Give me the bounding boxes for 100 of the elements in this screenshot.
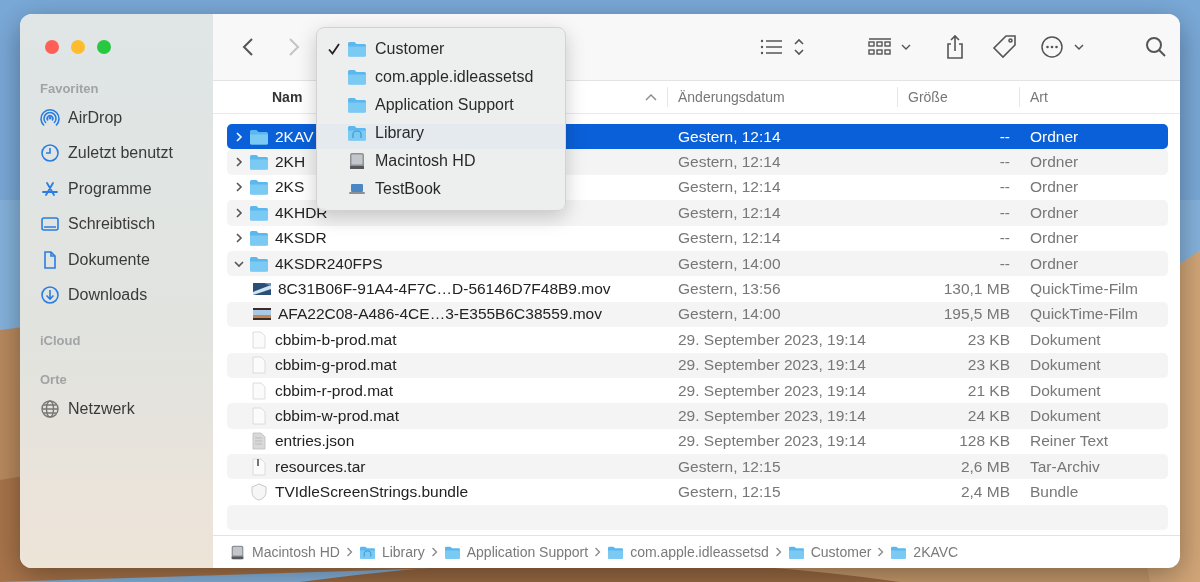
file-size: 23 KB: [967, 356, 1010, 374]
column-header[interactable]: Art: [1030, 89, 1048, 105]
menu-item[interactable]: Application Support: [317, 91, 565, 119]
modified-date: Gestern, 13:56: [678, 280, 781, 298]
section-title: Orte: [40, 372, 68, 387]
file-size: 2,6 MB: [960, 457, 1010, 475]
file-kind: Ordner: [1030, 203, 1079, 221]
file-name: cbbim-r-prod.mat: [275, 381, 393, 400]
airdrop-icon: [40, 107, 60, 128]
folder-icon: [347, 68, 367, 86]
folder-icon: [249, 203, 269, 222]
document-icon: [249, 356, 269, 375]
file-kind: Ordner: [1030, 178, 1079, 196]
archive-icon: [249, 457, 269, 476]
tag-icon[interactable]: [992, 34, 1018, 60]
file-row[interactable]: cbbim-w-prod.mat 29. September 2023, 19:14 24 KB Dokument: [227, 403, 1168, 429]
download-icon: [40, 285, 60, 306]
file-kind: Ordner: [1030, 127, 1079, 145]
folder-icon: [347, 124, 367, 142]
file-kind: Ordner: [1030, 229, 1079, 247]
folder-icon: [249, 153, 269, 172]
file-name: resources.tar: [275, 457, 366, 476]
disclosure-chevron-icon[interactable]: [233, 232, 245, 245]
sidebar-item[interactable]: Dokumente: [40, 242, 213, 278]
sidebar-item[interactable]: Downloads: [40, 277, 213, 313]
chevron-icon: [594, 547, 602, 557]
chevron-icon: [345, 547, 353, 557]
modified-date: 29. September 2023, 19:14: [678, 381, 866, 399]
path-item[interactable]: com.apple.idleassetsd: [607, 544, 769, 560]
modified-date: Gestern, 14:00: [678, 305, 781, 323]
disclosure-chevron-icon[interactable]: [233, 206, 245, 219]
disclosure-chevron-icon[interactable]: [233, 130, 245, 143]
file-name: cbbim-w-prod.mat: [275, 407, 400, 425]
path-item[interactable]: Macintosh HD: [229, 544, 340, 560]
section-title: Favoriten: [40, 81, 100, 96]
text-file-icon: [249, 432, 269, 451]
document-icon: [249, 330, 269, 349]
file-kind: Dokument: [1030, 381, 1101, 399]
modified-date: Gestern, 12:14: [678, 153, 781, 171]
share-icon[interactable]: [944, 34, 966, 60]
modified-date: Gestern, 12:15: [678, 483, 781, 501]
file-kind: Reiner Text: [1030, 432, 1109, 450]
globe-icon: [40, 398, 60, 419]
menu-item[interactable]: Macintosh HD: [317, 147, 565, 175]
folder-icon: [358, 544, 376, 560]
file-name: 2KS: [275, 178, 305, 197]
chevron-icon: [430, 547, 438, 557]
file-name: 4KSDR240FPS: [275, 254, 383, 273]
folder-icon: [890, 544, 908, 560]
document-icon: [249, 407, 269, 425]
path-item[interactable]: Library: [358, 544, 425, 560]
file-size: --: [999, 127, 1010, 145]
file-kind: Dokument: [1030, 356, 1101, 374]
path-item[interactable]: 2KAVC: [890, 544, 959, 560]
file-row[interactable]: 4KSDR240FPS Gestern, 14:00 -- Ordner: [227, 250, 1168, 277]
modified-date: 29. September 2023, 19:14: [678, 356, 866, 374]
sidebar-item[interactable]: Schreibtisch: [40, 206, 213, 242]
menu-item[interactable]: TestBook: [317, 175, 565, 203]
menu-item[interactable]: Customer: [317, 35, 565, 63]
document-icon: [249, 381, 269, 400]
modified-date: Gestern, 12:15: [678, 457, 781, 475]
file-size: --: [999, 203, 1010, 221]
sidebar-item[interactable]: Zuletzt benutzt: [40, 135, 213, 171]
folder-icon: [347, 96, 367, 114]
path-item[interactable]: Customer: [787, 544, 872, 560]
menu-item[interactable]: com.apple.idleassetsd: [317, 63, 565, 91]
file-name: cbbim-b-prod.mat: [275, 330, 397, 349]
file-name: 4KHDR: [275, 203, 328, 222]
path-item[interactable]: Application Support: [443, 544, 589, 560]
modified-date: Gestern, 12:14: [678, 229, 781, 247]
bundle-icon: [249, 483, 269, 502]
file-name: 4KSDR: [275, 229, 327, 248]
file-row[interactable]: AFA22C08-A486-4CE…3-E355B6C38559.mov Gestern, 14:00 195,5 MB QuickTime-Film: [227, 301, 1168, 328]
file-row[interactable]: cbbim-g-prod.mat 29. September 2023, 19:14 23 KB Dokument: [227, 352, 1168, 378]
folder-icon: [249, 178, 269, 197]
file-row[interactable]: resources.tar Gestern, 12:15 2,6 MB Tar-Archiv: [227, 454, 1168, 480]
file-size: --: [999, 229, 1010, 247]
sidebar-item[interactable]: Netzwerk: [40, 391, 213, 427]
disclosure-chevron-icon[interactable]: [233, 156, 245, 169]
column-header[interactable]: Änderungsdatum: [678, 89, 785, 105]
file-name: entries.json: [275, 432, 355, 451]
sidebar-item[interactable]: AirDrop: [40, 100, 213, 136]
file-size: 23 KB: [967, 330, 1010, 348]
modified-date: Gestern, 12:14: [678, 127, 781, 145]
file-name: 2KAV: [275, 127, 314, 146]
section-title: iCloud: [40, 333, 82, 348]
column-header[interactable]: Größe: [908, 89, 948, 105]
file-kind: QuickTime-Film: [1030, 305, 1138, 323]
file-kind: Ordner: [1030, 153, 1079, 171]
folder-icon: [249, 254, 269, 273]
modified-date: Gestern, 14:00: [678, 254, 781, 272]
file-name: 2KH: [275, 153, 306, 172]
file-size: 128 KB: [959, 432, 1010, 450]
modified-date: Gestern, 12:14: [678, 203, 781, 221]
disclosure-chevron-icon[interactable]: [233, 181, 245, 194]
more-icon[interactable]: [1040, 34, 1086, 60]
file-size: --: [999, 254, 1010, 272]
file-kind: Dokument: [1030, 407, 1101, 424]
sidebar-item[interactable]: Programme: [40, 171, 213, 207]
file-name: TVIdleScreenStrings.bundle: [275, 483, 468, 502]
